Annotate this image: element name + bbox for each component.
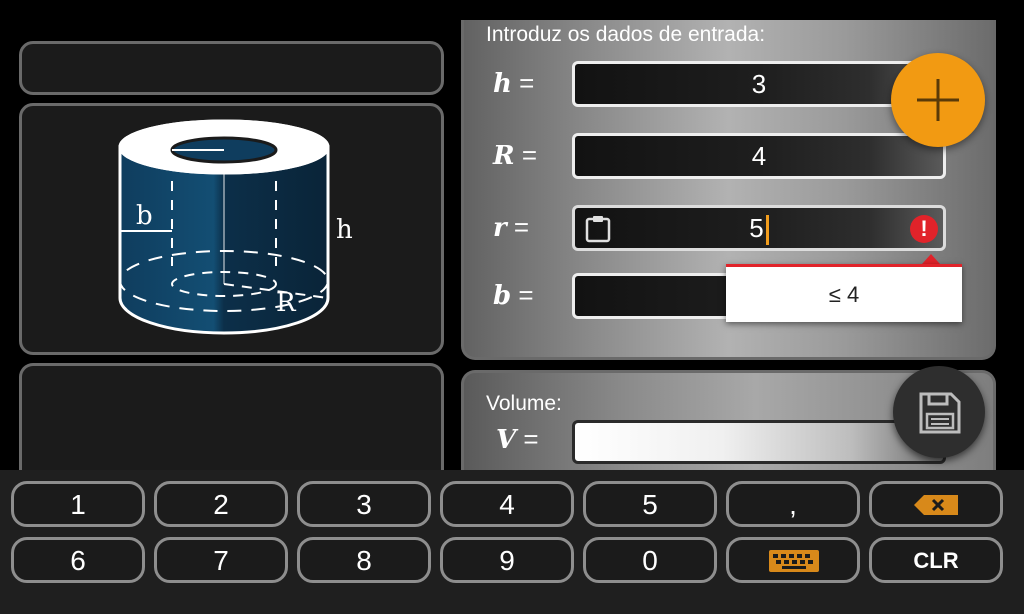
label-V: V = (496, 424, 539, 455)
label-b: b = (493, 280, 534, 311)
key-6[interactable]: 6 (11, 537, 145, 583)
error-tooltip-arrow (922, 254, 940, 264)
key-3[interactable]: 3 (297, 481, 431, 527)
backspace-icon (914, 495, 958, 515)
title-panel (19, 41, 444, 95)
R-input[interactable]: 4 (572, 133, 946, 179)
output-label: Volume: (486, 392, 562, 415)
add-button[interactable] (891, 53, 985, 147)
figure-label-r: r (152, 133, 165, 163)
save-button[interactable] (893, 366, 985, 458)
figure-label-b: b (136, 201, 153, 231)
clear-key[interactable]: CLR (869, 537, 1003, 583)
text-caret (765, 215, 769, 246)
input-prompt: Introduz os dados de entrada: (486, 23, 766, 46)
keyboard-toggle-key[interactable] (726, 537, 860, 583)
keyboard-icon (769, 550, 819, 572)
key-comma[interactable]: , (726, 481, 860, 527)
figure-label-R: R (276, 288, 297, 318)
floppy-disk-icon (919, 392, 961, 434)
key-8[interactable]: 8 (297, 537, 431, 583)
error-tooltip: ≤ 4 (726, 264, 962, 322)
key-5[interactable]: 5 (583, 481, 717, 527)
numeric-keypad: 1 2 3 4 5 , 6 7 8 9 0 CLR (0, 470, 1024, 614)
label-R: R = (493, 140, 538, 171)
h-input[interactable]: 3 (572, 61, 946, 107)
plus-icon (917, 79, 959, 121)
volume-output (572, 420, 946, 464)
key-7[interactable]: 7 (154, 537, 288, 583)
label-h: h = (493, 68, 535, 99)
key-1[interactable]: 1 (11, 481, 145, 527)
label-r: r = (493, 212, 530, 243)
error-icon[interactable]: ! (910, 215, 938, 243)
key-2[interactable]: 2 (154, 481, 288, 527)
r-input[interactable]: 5 ! (572, 205, 946, 251)
key-0[interactable]: 0 (583, 537, 717, 583)
backspace-key[interactable] (869, 481, 1003, 527)
figure-label-h: h (336, 215, 353, 245)
key-9[interactable]: 9 (440, 537, 574, 583)
hollow-cylinder-figure: r b h R (118, 119, 353, 335)
key-4[interactable]: 4 (440, 481, 574, 527)
clipboard-icon[interactable] (585, 215, 611, 243)
figure-panel: r b h R (19, 103, 444, 355)
